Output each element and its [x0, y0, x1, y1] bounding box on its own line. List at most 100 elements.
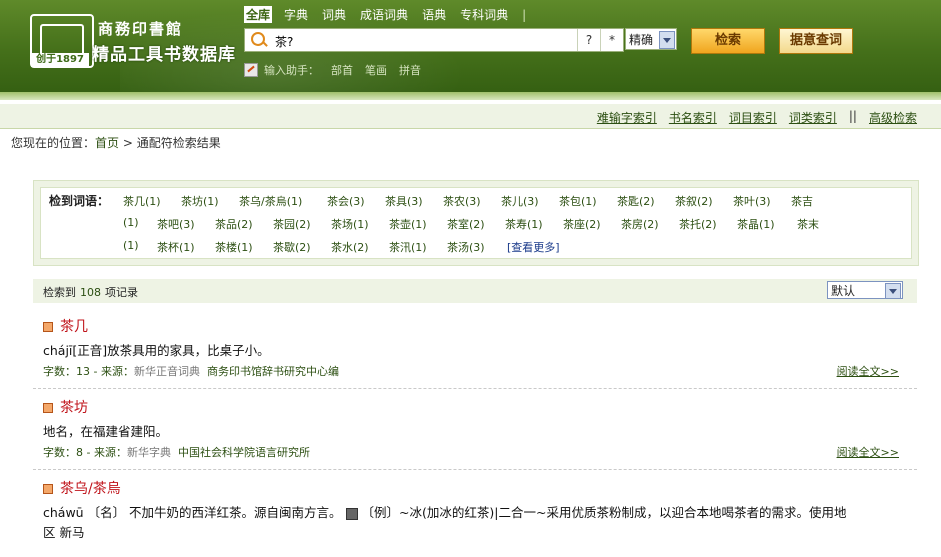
wildcard-star-button[interactable]: * [600, 29, 623, 51]
bullet-icon [43, 484, 53, 494]
word-link[interactable]: 茶座(2) [563, 216, 601, 232]
word-link[interactable]: (1) [123, 216, 139, 229]
result-count-number: 108 [80, 286, 101, 299]
breadcrumb-home[interactable]: 首页 [95, 136, 119, 150]
breadcrumb-separator: > [122, 136, 133, 150]
word-link[interactable]: 茶园(2) [273, 216, 311, 232]
helper-radical-link[interactable]: 部首 [331, 62, 353, 78]
index-links: 难输字索引 书名索引 词目索引 词类索引 || 高级检索 [585, 109, 917, 126]
view-more-link[interactable]: [查看更多] [507, 239, 560, 255]
header-divider [0, 92, 941, 100]
entry-source: 新华字典 [126, 446, 171, 459]
example-marker-icon [345, 507, 358, 520]
chevron-down-icon [659, 31, 675, 49]
wildcard-question-button[interactable]: ? [577, 29, 600, 51]
word-link[interactable]: 茶农(3) [443, 193, 481, 209]
word-link[interactable]: 茶杯(1) [157, 239, 195, 255]
tab-specialty-dictionary[interactable]: 专科词典 [458, 6, 510, 23]
word-link[interactable]: 茶汤(3) [447, 239, 485, 255]
word-link[interactable]: 茶水(2) [331, 239, 369, 255]
input-helper-label: 输入助手： [264, 64, 319, 77]
word-link[interactable]: 茶包(1) [559, 193, 597, 209]
result-entry: 茶几 chájī[正音]放茶具用的家具，比桌子小。 字数：13 - 来源：新华正… [33, 316, 917, 389]
tab-all[interactable]: 全库 [244, 6, 273, 23]
word-link[interactable]: 茶坊(1) [181, 193, 219, 209]
tab-character-dictionary[interactable]: 字典 [282, 6, 310, 23]
index-separator: || [848, 109, 857, 123]
entry-source: 新华正音词典 [133, 365, 200, 378]
result-count-prefix: 检索到 [43, 286, 76, 299]
search-box: ? * [244, 28, 624, 52]
search-icon [251, 32, 265, 46]
entry-source-label: 来源： [100, 365, 134, 378]
word-link[interactable]: 茶晶(1) [737, 216, 775, 232]
entry-definition-part1: cháwū 〔名〕 不加牛奶的西洋红茶。源自闽南方言。 [43, 505, 342, 520]
word-link[interactable]: 茶室(2) [447, 216, 485, 232]
word-link[interactable]: 茶品(2) [215, 216, 253, 232]
entry-headword[interactable]: 茶乌/茶烏 [60, 478, 121, 498]
hard-char-index-link[interactable]: 难输字索引 [597, 109, 657, 126]
advanced-search-link[interactable]: 高级检索 [869, 109, 917, 126]
entry-meta: 字数：13 - 来源：新华正音词典 商务印书馆辞书研究中心编 [43, 363, 339, 379]
entry-headword[interactable]: 茶坊 [60, 397, 88, 417]
word-link[interactable]: 茶乌/茶烏(1) [239, 193, 302, 209]
tab-word-dictionary[interactable]: 词典 [320, 6, 348, 23]
word-link[interactable]: 茶托(2) [679, 216, 717, 232]
category-index-link[interactable]: 词类索引 [789, 109, 837, 126]
input-helper: 输入助手： 部首 笔画 拼音 [244, 62, 421, 78]
word-link[interactable]: 茶吉 [791, 193, 813, 209]
sort-value: 默认 [831, 284, 856, 298]
word-link[interactable]: 茶吧(3) [157, 216, 195, 232]
tab-idiom-dictionary[interactable]: 成语词典 [358, 6, 410, 23]
word-link[interactable]: 茶末 [797, 216, 819, 232]
bullet-icon [43, 322, 53, 332]
word-link[interactable]: 茶儿(3) [501, 193, 539, 209]
breadcrumb-prefix: 您现在的位置： [11, 136, 96, 150]
chevron-down-icon [885, 283, 901, 299]
word-link[interactable]: 茶歇(2) [273, 239, 311, 255]
word-link[interactable]: 茶场(1) [331, 216, 369, 232]
meaning-search-button[interactable]: 据意查词 [779, 28, 853, 54]
pencil-icon [244, 63, 258, 77]
tab-phrase-dictionary[interactable]: 语典 [420, 6, 448, 23]
word-link[interactable]: 茶具(3) [385, 193, 423, 209]
word-link[interactable]: 茶会(3) [327, 193, 365, 209]
entry-headword[interactable]: 茶几 [60, 316, 88, 336]
helper-pinyin-link[interactable]: 拼音 [399, 62, 421, 78]
entry-index-link[interactable]: 词目索引 [729, 109, 777, 126]
entry-definition-part2: 〔例〕~冰(加冰的红茶)|二合一~采用优质茶粉制成，以迎合本地喝茶者的需求。使用… [361, 505, 847, 520]
result-summary-bar: 检索到 108 项记录 默认 [33, 279, 917, 303]
matched-words-panel: 检到词语： 茶几(1) 茶坊(1) 茶乌/茶烏(1) 茶会(3) 茶具(3) 茶… [33, 180, 919, 266]
helper-stroke-link[interactable]: 笔画 [365, 62, 387, 78]
database-title: 精品工具书数据库 [92, 45, 236, 65]
read-full-text-link[interactable]: 阅读全文>> [837, 363, 899, 379]
word-link[interactable]: 茶叶(3) [733, 193, 771, 209]
entry-word-count: 字数：8 - [43, 446, 91, 459]
index-bar: 难输字索引 书名索引 词目索引 词类索引 || 高级检索 [0, 104, 941, 129]
book-index-link[interactable]: 书名索引 [669, 109, 717, 126]
word-link[interactable]: 茶寿(1) [505, 216, 543, 232]
entry-definition: 地名，在福建省建阳。 [43, 424, 169, 439]
entry-publisher: 商务印书馆辞书研究中心编 [206, 365, 339, 378]
header-banner: 创于1897 商務印書館 精品工具书数据库 全库 字典 词典 成语词典 语典 专… [0, 0, 941, 92]
breadcrumb: 您现在的位置：首页 > 通配符检索结果 [11, 134, 221, 151]
search-input[interactable] [273, 32, 567, 50]
word-link[interactable]: (1) [123, 239, 139, 252]
word-link[interactable]: 茶壶(1) [389, 216, 427, 232]
word-link[interactable]: 茶汛(1) [389, 239, 427, 255]
entry-definition: cháwū 〔名〕 不加牛奶的西洋红茶。源自闽南方言。 〔例〕~冰(加冰的红茶)… [43, 502, 846, 521]
matched-words-label: 检到词语： [49, 194, 110, 208]
word-link[interactable]: 茶匙(2) [617, 193, 655, 209]
word-link[interactable]: 茶叙(2) [675, 193, 713, 209]
result-count: 检索到 108 项记录 [43, 284, 138, 300]
word-link[interactable]: 茶几(1) [123, 193, 161, 209]
entry-meta: 字数：8 - 来源：新华字典 中国社会科学院语言研究所 [43, 444, 310, 460]
word-link[interactable]: 茶楼(1) [215, 239, 253, 255]
entry-publisher: 中国社会科学院语言研究所 [177, 446, 310, 459]
read-full-text-link[interactable]: 阅读全文>> [837, 444, 899, 460]
match-mode-select[interactable]: 精确 [625, 28, 677, 50]
publisher-name: 商務印書館 [98, 20, 184, 38]
word-link[interactable]: 茶房(2) [621, 216, 659, 232]
sort-select[interactable]: 默认 [827, 281, 903, 299]
search-button[interactable]: 检索 [691, 28, 765, 54]
